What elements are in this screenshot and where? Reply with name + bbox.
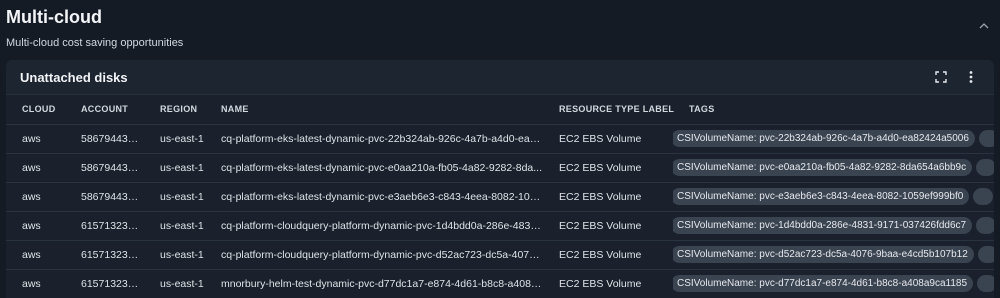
cell-resource-type: EC2 EBS Volume — [543, 152, 673, 182]
table-row[interactable]: aws 586794438123 us-east-1 cq-platform-e… — [6, 152, 994, 182]
cell-name: cq-platform-eks-latest-dynamic-pvc-22b32… — [205, 123, 543, 153]
table-row[interactable]: aws 615713231484 us-east-1 mnorbury-helm… — [6, 268, 994, 298]
cell-cloud: aws — [6, 239, 65, 269]
cell-tags: CSIVolumeName: pvc-e3aeb6e3-c843-4eea-80… — [673, 181, 994, 211]
disks-table: CLOUD ACCOUNT REGION NAME RESOURCE TYPE … — [6, 95, 994, 298]
cell-name: mnorbury-helm-test-dynamic-pvc-d77dc1a7-… — [205, 268, 543, 298]
cell-tags: CSIVolumeName: pvc-22b324ab-926c-4a7b-a4… — [673, 123, 994, 153]
cell-region: us-east-1 — [144, 123, 205, 153]
cell-tags: CSIVolumeName: pvc-e0aa210a-fb05-4a82-92… — [673, 152, 994, 182]
table-header-row: CLOUD ACCOUNT REGION NAME RESOURCE TYPE … — [6, 95, 994, 124]
tag-chip[interactable]: CSIVolumeName: pvc-e3aeb6e3-c843-4eea-80… — [673, 188, 970, 206]
chevron-up-icon[interactable] — [976, 18, 992, 34]
tag-chip[interactable]: CSIVolumeName: pvc-d77dc1a7-e874-4d61-b8… — [673, 275, 974, 293]
cell-region: us-east-1 — [144, 152, 205, 182]
section-subtitle: Multi-cloud cost saving opportunities — [6, 37, 184, 49]
tag-chip-overflow[interactable] — [977, 245, 994, 263]
tag-chip[interactable]: CSIVolumeName: pvc-22b324ab-926c-4a7b-a4… — [673, 130, 975, 148]
table-row[interactable]: aws 615713231484 us-east-1 cq-platform-c… — [6, 239, 994, 269]
cell-cloud: aws — [6, 123, 65, 153]
tag-chip[interactable]: CSIVolumeName: pvc-d52ac723-dc5a-4076-9b… — [673, 246, 974, 264]
cell-cloud: aws — [6, 210, 65, 240]
cell-resource-type: EC2 EBS Volume — [543, 210, 673, 240]
tag-chip-overflow[interactable] — [977, 275, 994, 293]
cell-tags: CSIVolumeName: pvc-d77dc1a7-e874-4d61-b8… — [673, 268, 994, 298]
cell-tags: CSIVolumeName: pvc-d52ac723-dc5a-4076-9b… — [673, 239, 994, 269]
cell-account: 615713231484 — [65, 239, 144, 269]
cell-cloud: aws — [6, 181, 65, 211]
cell-resource-type: EC2 EBS Volume — [543, 268, 673, 298]
cell-name: cq-platform-eks-latest-dynamic-pvc-e0aa2… — [205, 152, 543, 182]
column-header-region[interactable]: REGION — [144, 95, 205, 124]
more-vertical-icon[interactable] — [964, 70, 978, 84]
column-header-tags[interactable]: TAGS — [673, 95, 994, 124]
card-title: Unattached disks — [20, 69, 128, 85]
cell-cloud: aws — [6, 152, 65, 182]
cell-region: us-east-1 — [144, 210, 205, 240]
cell-account: 586794438123 — [65, 181, 144, 211]
column-header-resource-type[interactable]: RESOURCE TYPE LABEL — [543, 95, 674, 124]
cell-name: cq-platform-eks-latest-dynamic-pvc-e3aeb… — [205, 181, 543, 211]
cell-account: 615713231484 — [65, 268, 144, 298]
cell-name: cq-platform-cloudquery-platform-dynamic-… — [205, 210, 543, 240]
column-header-cloud[interactable]: CLOUD — [6, 95, 65, 124]
cell-cloud: aws — [6, 268, 65, 298]
cell-region: us-east-1 — [144, 268, 205, 298]
cell-resource-type: EC2 EBS Volume — [543, 123, 673, 153]
cell-resource-type: EC2 EBS Volume — [543, 239, 673, 269]
card-header: Unattached disks — [6, 60, 994, 95]
tag-chip-overflow[interactable] — [978, 129, 994, 147]
table-row[interactable]: aws 615713231484 us-east-1 cq-platform-c… — [6, 210, 994, 240]
column-header-account[interactable]: ACCOUNT — [65, 95, 144, 124]
cell-account: 586794438123 — [65, 123, 144, 153]
cell-resource-type: EC2 EBS Volume — [543, 181, 673, 211]
tag-chip[interactable]: CSIVolumeName: pvc-1d4bdd0a-286e-4831-91… — [673, 217, 973, 235]
section-title: Multi-cloud — [6, 7, 102, 27]
table-row[interactable]: aws 586794438123 us-east-1 cq-platform-e… — [6, 181, 994, 211]
cell-name: cq-platform-cloudquery-platform-dynamic-… — [205, 239, 543, 269]
table-row[interactable]: aws 586794438123 us-east-1 cq-platform-e… — [6, 123, 994, 153]
fullscreen-icon[interactable] — [934, 70, 948, 84]
cell-tags: CSIVolumeName: pvc-1d4bdd0a-286e-4831-91… — [673, 210, 994, 240]
cell-region: us-east-1 — [144, 239, 205, 269]
cell-account: 615713231484 — [65, 210, 144, 240]
tag-chip[interactable]: CSIVolumeName: pvc-e0aa210a-fb05-4a82-92… — [673, 159, 973, 177]
cell-region: us-east-1 — [144, 181, 205, 211]
tag-chip-overflow[interactable] — [976, 158, 994, 176]
unattached-disks-card: Unattached disks CLOUD ACCOUNT REGION NA… — [6, 60, 994, 298]
tag-chip-overflow[interactable] — [973, 187, 994, 205]
cell-account: 586794438123 — [65, 152, 144, 182]
column-header-name[interactable]: NAME — [205, 95, 543, 124]
tag-chip-overflow[interactable] — [976, 216, 994, 234]
section-header: Multi-cloud Multi-cloud cost saving oppo… — [6, 6, 183, 49]
